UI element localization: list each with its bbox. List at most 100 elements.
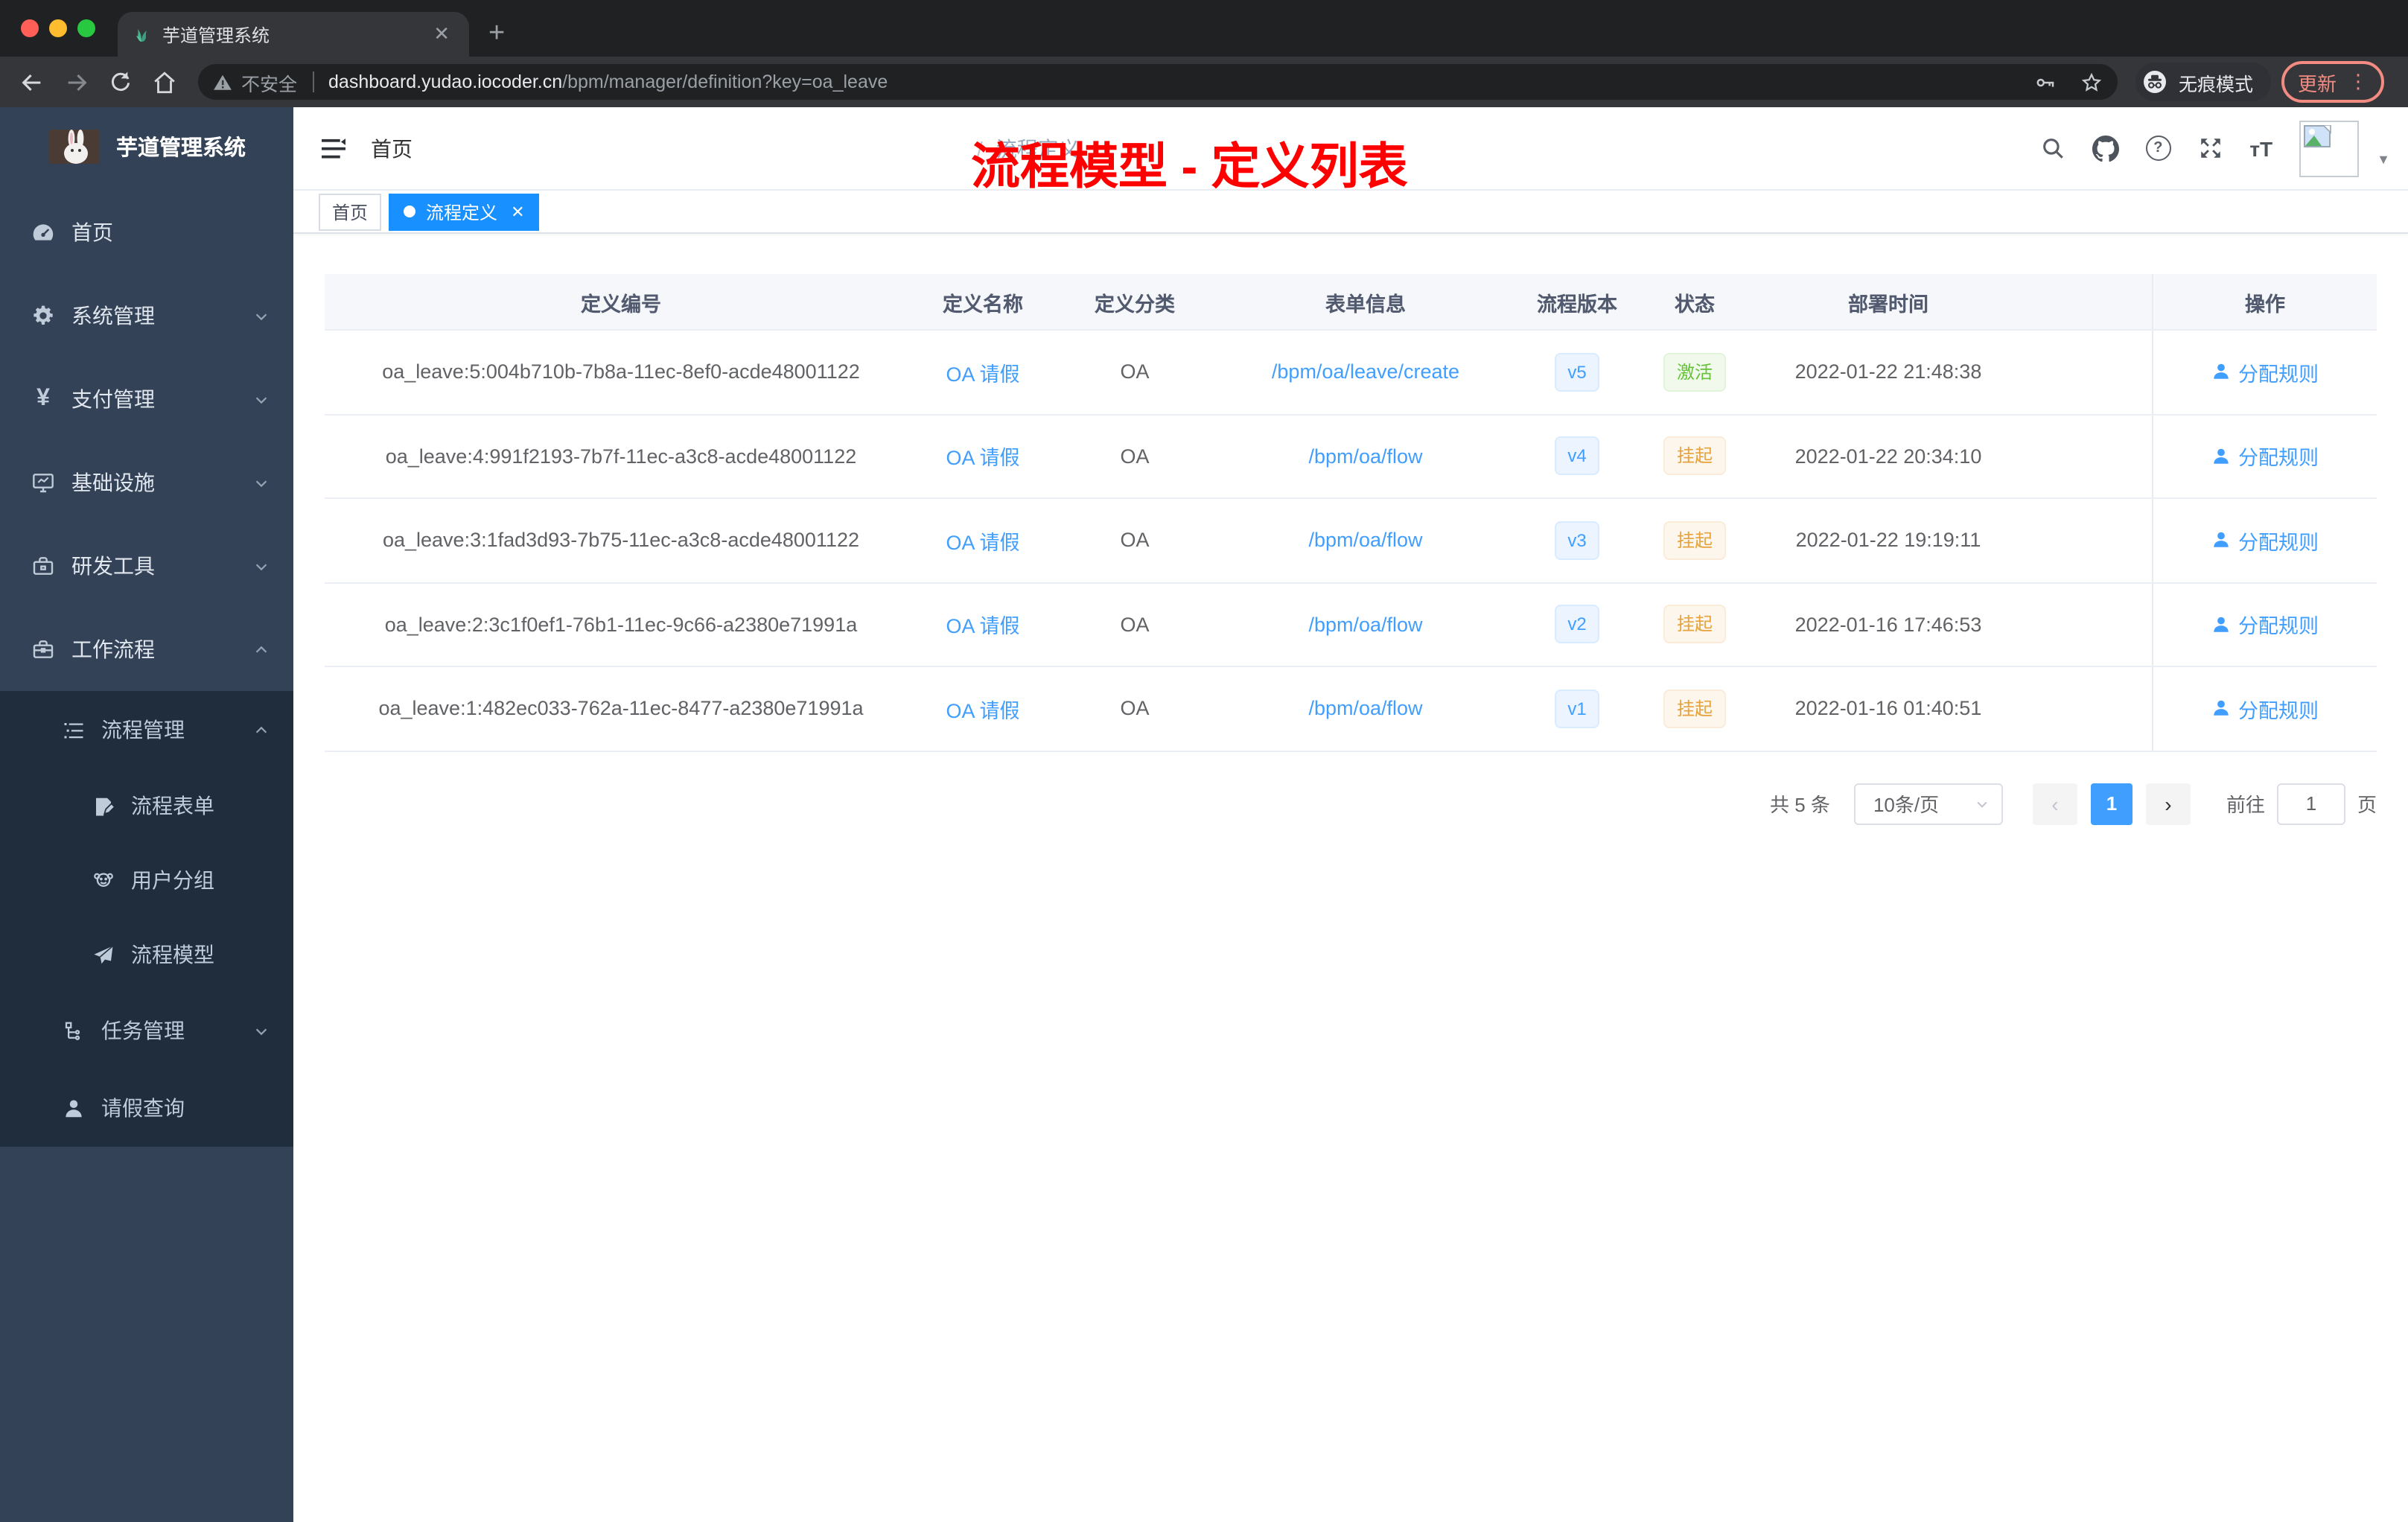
sidebar-item-process-form[interactable]: 流程表单 — [0, 768, 293, 843]
version-badge: v1 — [1554, 689, 1600, 728]
help-icon[interactable]: ? — [2145, 136, 2171, 161]
assign-rule-label: 分配规则 — [2238, 615, 2319, 638]
search-icon[interactable] — [2039, 136, 2065, 161]
status-badge: 挂起 — [1663, 689, 1726, 728]
toolbox-icon — [31, 554, 55, 578]
github-icon[interactable] — [2092, 135, 2119, 162]
version-badge: v5 — [1554, 352, 1600, 392]
next-page-button[interactable]: › — [2145, 783, 2191, 824]
sidebar-item-label: 请假查询 — [101, 1096, 185, 1120]
form-link[interactable]: /bpm/oa/flow — [1308, 529, 1422, 552]
chevron-up-icon — [253, 641, 270, 657]
sidebar-item-home[interactable]: 首页 — [0, 191, 293, 274]
tag-process-definition[interactable]: 流程定义 ✕ — [389, 193, 540, 230]
app-logo[interactable]: 芋道管理系统 — [0, 107, 293, 185]
chevron-down-icon — [253, 1022, 270, 1039]
back-icon[interactable] — [19, 69, 45, 95]
window-minimize-button[interactable] — [49, 19, 67, 37]
tag-home[interactable]: 首页 — [319, 193, 382, 230]
sidebar-item-payment[interactable]: ¥ 支付管理 — [0, 357, 293, 441]
dashboard-icon — [31, 220, 55, 244]
tab-close-icon[interactable]: ✕ — [429, 22, 454, 46]
key-icon[interactable] — [2034, 71, 2057, 93]
sidebar-item-label: 任务管理 — [101, 1019, 185, 1042]
cell-definition-id: oa_leave:5:004b710b-7b8a-11ec-8ef0-acde4… — [382, 360, 860, 383]
definition-name-link[interactable]: OA 请假 — [946, 357, 1019, 387]
sidebar-item-workflow[interactable]: 工作流程 — [0, 608, 293, 691]
breadcrumb-home[interactable]: 首页 — [371, 133, 963, 163]
sidebar-item-user-group[interactable]: 用户分组 — [0, 843, 293, 917]
assign-rule-link[interactable]: 分配规则 — [2211, 442, 2319, 471]
window-zoom-button[interactable] — [77, 19, 95, 37]
browser-tab[interactable]: 芋道管理系统 ✕ — [118, 12, 469, 57]
form-link[interactable]: /bpm/oa/flow — [1308, 614, 1422, 636]
form-link[interactable]: /bpm/oa/leave/create — [1272, 361, 1459, 383]
version-badge: v4 — [1554, 436, 1600, 476]
bookmark-star-icon[interactable] — [2080, 71, 2103, 93]
column-header: 部署时间 — [1848, 293, 1928, 315]
sidebar-item-task-management[interactable]: 任务管理 — [0, 992, 293, 1069]
avatar[interactable] — [2299, 120, 2360, 176]
sidebar-item-leave-query[interactable]: 请假查询 — [0, 1069, 293, 1147]
sidebar-item-process-management[interactable]: 流程管理 — [0, 691, 293, 768]
definition-name-link[interactable]: OA 请假 — [946, 610, 1019, 640]
definition-name-link[interactable]: OA 请假 — [946, 526, 1019, 555]
home-icon[interactable] — [152, 69, 177, 95]
chevron-down-icon — [253, 308, 270, 324]
tab-title: 芋道管理系统 — [162, 25, 270, 45]
sidebar-item-process-model[interactable]: 流程模型 — [0, 917, 293, 992]
assign-rule-link[interactable]: 分配规则 — [2211, 610, 2319, 640]
annotation-title: 流程模型 - 定义列表 — [971, 138, 1408, 194]
address-bar[interactable]: 不安全 dashboard.yudao.iocoder.cn/bpm/manag… — [198, 64, 2118, 100]
avatar-caret-icon[interactable]: ▼ — [2377, 151, 2390, 166]
assign-rule-link[interactable]: 分配规则 — [2211, 357, 2319, 387]
table-row: oa_leave:3:1fad3d93-7b75-11ec-a3c8-acde4… — [325, 499, 2377, 583]
sidebar-item-system[interactable]: 系统管理 — [0, 274, 293, 357]
sidebar-collapse-icon[interactable] — [320, 136, 347, 160]
tag-close-icon[interactable]: ✕ — [511, 202, 524, 221]
chevron-up-icon — [253, 722, 270, 738]
assign-rule-link[interactable]: 分配规则 — [2211, 526, 2319, 555]
update-button[interactable]: 更新 ⋮ — [2281, 61, 2385, 103]
omnibox-divider — [312, 71, 314, 92]
user-icon — [2214, 617, 2229, 632]
form-link[interactable]: /bpm/oa/flow — [1308, 698, 1422, 720]
goto-page-input[interactable]: 1 — [2276, 783, 2345, 824]
sidebar-item-label: 研发工具 — [71, 554, 155, 578]
forward-icon[interactable] — [64, 69, 89, 95]
cell-definition-id: oa_leave:1:482ec033-762a-11ec-8477-a2380… — [378, 697, 864, 720]
page-number-button[interactable]: 1 — [2090, 783, 2133, 824]
window-close-button[interactable] — [21, 19, 39, 37]
content-pane: 流程模型 - 定义列表 首页 / 流程定义 ? ᴛT ▼ 首页 流程定义 ✕ 定… — [293, 107, 2408, 1522]
form-link[interactable]: /bpm/oa/flow — [1308, 445, 1422, 468]
sidebar-item-infrastructure[interactable]: 基础设施 — [0, 441, 293, 524]
url-domain: dashboard.yudao.iocoder.cn — [328, 71, 563, 92]
sidebar-item-label: 流程模型 — [131, 943, 214, 967]
reload-icon[interactable] — [109, 70, 133, 94]
security-label[interactable]: 不安全 — [241, 68, 297, 96]
cell-deploy-time: 2022-01-22 19:19:11 — [1795, 529, 1981, 552]
prev-page-button[interactable]: ‹ — [2032, 783, 2077, 824]
sidebar-item-dev-tools[interactable]: 研发工具 — [0, 524, 293, 608]
definition-name-link[interactable]: OA 请假 — [946, 694, 1019, 724]
page-size-select[interactable]: 10条/页 — [1853, 783, 2003, 824]
new-tab-button[interactable]: + — [488, 15, 505, 54]
column-header: 定义分类 — [1095, 293, 1175, 315]
form-icon — [91, 795, 115, 817]
version-badge: v2 — [1554, 605, 1600, 644]
fullscreen-icon[interactable] — [2197, 136, 2223, 161]
sidebar-item-label: 用户分组 — [131, 868, 214, 892]
sidebar-item-label: 流程管理 — [101, 718, 185, 742]
app-title: 芋道管理系统 — [116, 136, 246, 160]
column-header: 表单信息 — [1325, 293, 1406, 315]
page-size-value: 10条/页 — [1873, 794, 1940, 816]
table-row: oa_leave:1:482ec033-762a-11ec-8477-a2380… — [325, 667, 2377, 751]
font-size-icon[interactable]: ᴛT — [2249, 136, 2272, 160]
cell-deploy-time: 2022-01-22 21:48:38 — [1794, 360, 1982, 383]
sidebar-menu: 首页 系统管理 ¥ 支付管理 基础设施 研发工具 工作流程 流程管理 流程表单 … — [0, 191, 293, 1147]
browser-menu-icon[interactable]: ⋮ — [2348, 70, 2368, 94]
logo-image — [49, 129, 100, 163]
cell-category: OA — [1120, 529, 1150, 552]
definition-name-link[interactable]: OA 请假 — [946, 442, 1019, 471]
assign-rule-link[interactable]: 分配规则 — [2211, 694, 2319, 724]
